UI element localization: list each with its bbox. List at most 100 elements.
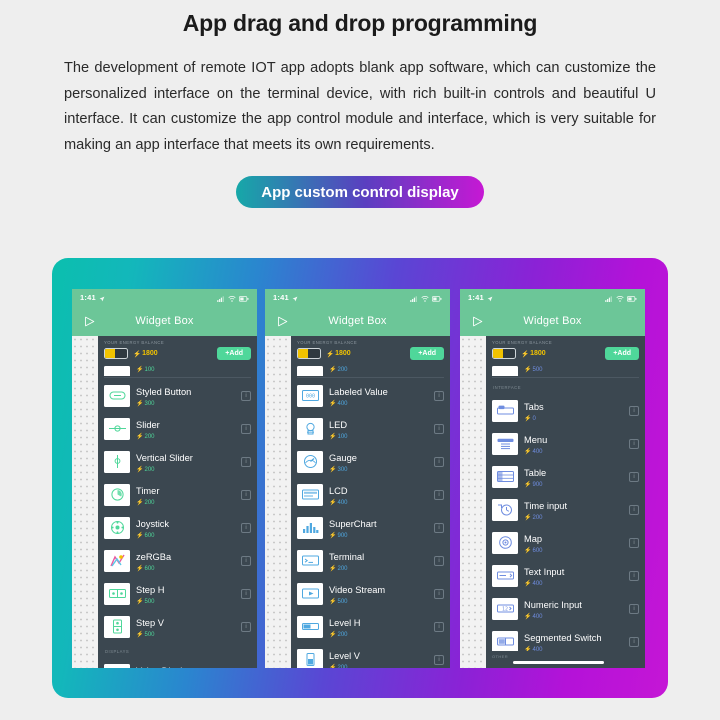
widget-list-item[interactable]: Step V ⚡ 500 i xyxy=(104,610,251,643)
widget-text: ⚡ 100 xyxy=(136,366,251,375)
bolt-icon: ⚡ xyxy=(329,533,337,539)
widget-info-button[interactable]: i xyxy=(241,588,251,599)
widget-info-button[interactable]: i xyxy=(241,390,251,401)
bolt-icon: ⚡ xyxy=(136,632,144,638)
app-custom-control-display-button[interactable]: App custom control display xyxy=(236,176,484,208)
widget-cost-value: 100 xyxy=(337,434,348,440)
widget-list-item[interactable]: zeRGBa ⚡ 600 i xyxy=(104,544,251,577)
widget-info-button[interactable]: i xyxy=(241,489,251,500)
widget-info-button[interactable]: i xyxy=(241,423,251,434)
widget-info-button[interactable]: i xyxy=(434,522,444,533)
value-display-icon: 1.00 xyxy=(104,663,130,668)
widget-list-item[interactable]: Video Stream ⚡ 500 i xyxy=(297,577,444,610)
battery-icon xyxy=(626,289,637,307)
widget-list-item[interactable]: Terminal ⚡ 200 i xyxy=(297,544,444,577)
widget-list[interactable]: ⚡ 200 000 Labeled Value ⚡ 400 i LED ⚡ 100 i… xyxy=(291,363,450,668)
widget-name: Step V xyxy=(136,618,164,628)
widget-list-item[interactable]: Level H ⚡ 200 i xyxy=(297,610,444,643)
widget-list-item[interactable]: Step H ⚡ 500 i xyxy=(104,577,251,610)
widget-list-item[interactable]: LED ⚡ 100 i xyxy=(297,412,444,445)
widget-text: Tabs ⚡ 0 xyxy=(524,397,623,424)
widget-info-button[interactable]: i xyxy=(434,621,444,632)
widget-list-item[interactable]: Timer ⚡ 200 i xyxy=(104,478,251,511)
widget-list-item[interactable]: Tabs ⚡ 0 i xyxy=(492,394,639,427)
widget-info-button[interactable]: i xyxy=(629,438,639,449)
widget-list-item[interactable]: LCD ⚡ 400 i xyxy=(297,478,444,511)
widget-list-item-partial[interactable]: ⚡ 100 xyxy=(104,363,251,376)
widget-list-item[interactable]: Time input ⚡ 200 i xyxy=(492,493,639,526)
widget-info-button[interactable]: i xyxy=(629,603,639,614)
bottom-section-label: OTHER xyxy=(492,654,508,659)
widget-text: Terminal ⚡ 200 xyxy=(329,547,428,574)
widget-list[interactable]: ⚡ 100 Styled Button ⚡ 300 i Slider ⚡ 200 i … xyxy=(98,363,257,668)
widget-info-button[interactable]: i xyxy=(434,423,444,434)
widget-list-item[interactable]: Level V ⚡ 200 i xyxy=(297,643,444,668)
widget-info-button[interactable]: i xyxy=(241,456,251,467)
phone-1: 1:41 Widget Box YOUR ENERGY BALANCE ⚡ 18… xyxy=(72,289,257,668)
widget-info-button[interactable]: i xyxy=(629,405,639,416)
widget-list-item[interactable]: SuperChart ⚡ 900 i xyxy=(297,511,444,544)
step-vertical-icon xyxy=(104,615,130,638)
bolt-icon: ⚡ xyxy=(136,533,144,539)
energy-battery-icon xyxy=(492,348,516,359)
widget-info-button[interactable]: i xyxy=(629,570,639,581)
widget-cost-value: 200 xyxy=(532,515,543,521)
widget-list-item[interactable]: Joystick ⚡ 600 i xyxy=(104,511,251,544)
widget-list-item[interactable]: Text Input ⚡ 400 i xyxy=(492,559,639,592)
widget-name: Segmented Switch xyxy=(524,633,602,643)
widget-list-item-partial[interactable]: ⚡ 500 xyxy=(492,363,639,376)
video-stream-icon xyxy=(297,582,323,605)
widget-text: Value Display ⚡200 xyxy=(136,661,235,668)
widget-list-item[interactable]: Table ⚡ 900 i xyxy=(492,460,639,493)
widget-info-button[interactable]: i xyxy=(241,555,251,566)
widget-cost-value: 500 xyxy=(144,599,155,605)
widget-box-panel: YOUR ENERGY BALANCE ⚡ 1800 +Add ⚡ 500 INTE… xyxy=(486,336,645,668)
widget-list-item[interactable]: Menu ⚡ 400 i xyxy=(492,427,639,460)
widget-list-item[interactable]: 12 Numeric Input ⚡ 400 i xyxy=(492,592,639,625)
widget-list[interactable]: ⚡ 500 INTERFACE Tabs ⚡ 0 i Menu ⚡ 400 i Tab… xyxy=(486,363,645,651)
energy-balance-row: ⚡ 1800 +Add xyxy=(104,347,251,360)
location-arrow-icon xyxy=(487,289,493,307)
phone-body: YOUR ENERGY BALANCE ⚡ 1800 +Add ⚡ 200 000 … xyxy=(265,336,450,668)
energy-balance-value: ⚡ 1800 xyxy=(326,350,351,358)
widget-info-button[interactable]: i xyxy=(434,489,444,500)
bolt-icon: ⚡ xyxy=(329,632,337,638)
add-energy-button[interactable]: +Add xyxy=(605,347,639,360)
status-bar: 1:41 xyxy=(265,289,450,306)
battery-icon xyxy=(238,289,249,307)
widget-list-item-partial[interactable]: ⚡ 200 xyxy=(297,363,444,376)
widget-text: zeRGBa ⚡ 600 xyxy=(136,547,235,574)
widget-info-button[interactable]: i xyxy=(434,654,444,665)
widget-info-button[interactable]: i xyxy=(629,636,639,647)
widget-list-item[interactable]: Styled Button ⚡ 300 i xyxy=(104,379,251,412)
widget-cost-value: 200 xyxy=(337,665,348,668)
widget-cost: ⚡ 200 xyxy=(136,466,235,475)
widget-info-button[interactable]: i xyxy=(434,390,444,401)
add-energy-button[interactable]: +Add xyxy=(217,347,251,360)
widget-info-button[interactable]: i xyxy=(629,504,639,515)
canvas-dot-grid xyxy=(72,336,98,668)
widget-list-item[interactable]: Gauge ⚡ 300 i xyxy=(297,445,444,478)
widget-list-item[interactable]: Map ⚡ 600 i xyxy=(492,526,639,559)
widget-info-button[interactable]: i xyxy=(434,555,444,566)
status-indicators xyxy=(605,289,637,307)
widget-section-header: DISPLAYS xyxy=(105,649,130,654)
widget-info-button[interactable]: i xyxy=(434,456,444,467)
partial-widget-icon xyxy=(104,366,130,376)
widget-list-item[interactable]: 1.00 Value Display ⚡200 i xyxy=(104,658,251,668)
add-energy-button[interactable]: +Add xyxy=(410,347,444,360)
widget-cost-value: 600 xyxy=(144,533,155,539)
widget-info-button[interactable]: i xyxy=(241,522,251,533)
widget-list-item[interactable]: Slider ⚡ 200 i xyxy=(104,412,251,445)
app-bar-title: Widget Box xyxy=(328,315,387,327)
widget-info-button[interactable]: i xyxy=(434,588,444,599)
widget-info-button[interactable]: i xyxy=(629,537,639,548)
widget-list-item[interactable]: 000 Labeled Value ⚡ 400 i xyxy=(297,379,444,412)
widget-info-button[interactable]: i xyxy=(241,621,251,632)
widget-info-button[interactable]: i xyxy=(629,471,639,482)
widget-list-item[interactable]: Vertical Slider ⚡ 200 i xyxy=(104,445,251,478)
widget-list-item[interactable]: Segmented Switch ⚡ 400 i xyxy=(492,625,639,651)
wifi-icon xyxy=(228,289,236,307)
widget-cost-value: 900 xyxy=(337,533,348,539)
bolt-icon: ⚡ xyxy=(524,614,532,620)
